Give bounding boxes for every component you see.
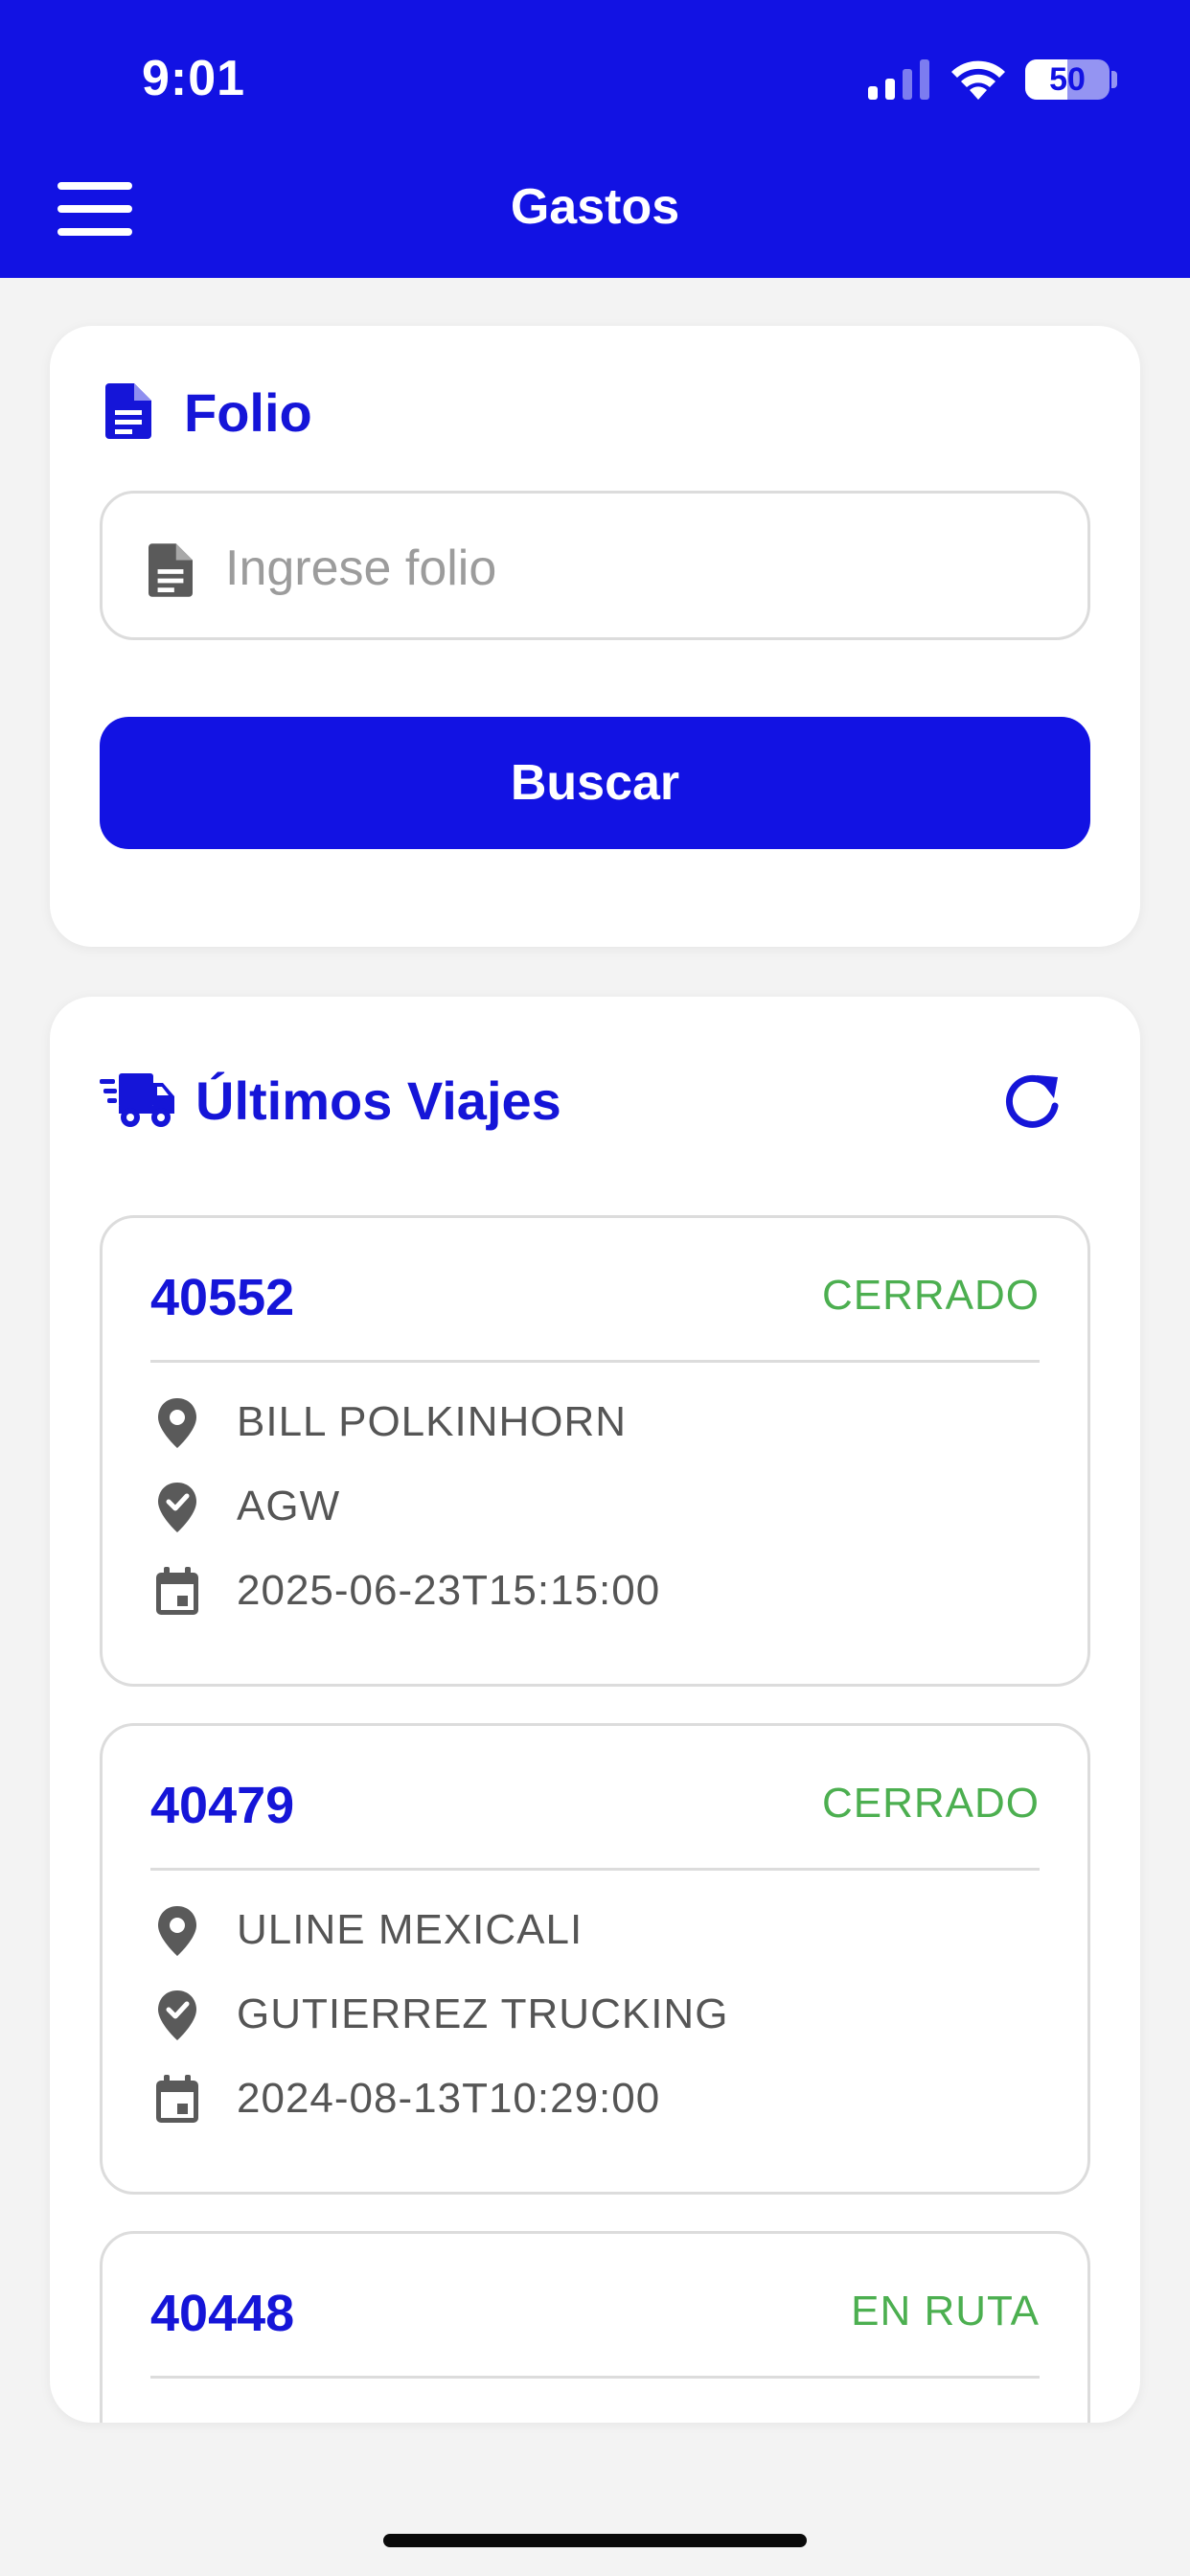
trip-id: 40479 [150,1777,295,1834]
trip-card[interactable]: 40479 CERRADO ULINE MEXICALI GUTIERREZ T… [100,1723,1090,2195]
trips-card: Últimos Viajes 40552 CERRADO BILL POLKIN… [50,997,1140,2423]
location-check-icon [158,1990,196,2040]
trip-card[interactable]: 40448 EN RUTA [100,2231,1090,2423]
folio-placeholder: Ingrese folio [225,540,497,596]
trip-card[interactable]: 40552 CERRADO BILL POLKINHORN AGW 2025-0… [100,1215,1090,1687]
trip-date: 2025-06-23T15:15:00 [237,1567,661,1614]
search-button[interactable]: Buscar [100,717,1090,849]
trips-title: Últimos Viajes [195,1070,561,1131]
location-check-icon [158,1483,196,1532]
divider [150,1360,1040,1363]
trip-status: CERRADO [821,1272,1040,1319]
folio-input[interactable]: Ingrese folio [100,491,1090,640]
wifi-icon [951,60,1005,100]
battery-nub [1111,71,1117,88]
divider [150,1868,1040,1871]
battery-level: 50 [1049,61,1086,98]
trip-id: 40552 [150,1269,295,1326]
location-pin-icon [158,1906,196,1956]
trip-status: CERRADO [821,1780,1040,1827]
status-time: 9:01 [142,51,246,106]
trip-id: 40448 [150,2285,295,2342]
trip-status: EN RUTA [851,2288,1040,2334]
location-pin-icon [158,1398,196,1448]
trip-date: 2024-08-13T10:29:00 [237,2075,661,2122]
folio-card: Folio Ingrese folio Buscar [50,326,1140,947]
document-icon [105,383,151,439]
trip-origin: BILL POLKINHORN [237,1398,628,1445]
calendar-icon [156,1567,198,1615]
signal-icon [868,59,929,100]
folio-title: Folio [184,382,312,443]
trip-destination: GUTIERREZ TRUCKING [237,1990,729,2037]
refresh-icon[interactable] [1004,1071,1062,1129]
document-icon [149,543,193,597]
trip-destination: AGW [237,1483,341,1530]
divider [150,2376,1040,2379]
battery-icon: 50 [1025,59,1110,100]
truck-icon [100,1073,174,1127]
calendar-icon [156,2075,198,2123]
app-header: 9:01 50 Gastos [0,0,1190,278]
trip-origin: ULINE MEXICALI [237,1906,584,1953]
page-title: Gastos [510,179,680,235]
home-indicator[interactable] [383,2534,807,2547]
